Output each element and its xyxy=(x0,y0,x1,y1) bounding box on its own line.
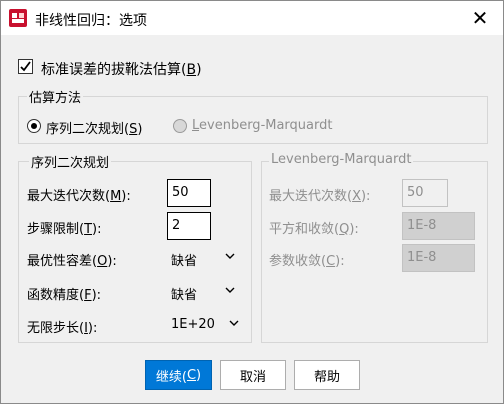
sqp-function-precision-label: 函数精度(F): xyxy=(27,288,102,303)
title-bar: 非线性回归：选项 ✕ xyxy=(1,1,503,35)
bootstrap-label: 标准误差的拔靴法估算(B) xyxy=(41,62,202,78)
sqp-radio-label: 序列二次规划(S) xyxy=(46,122,143,137)
close-icon: ✕ xyxy=(471,6,489,30)
sqp-step-limit-input[interactable]: 2 xyxy=(167,212,211,240)
sqp-function-precision-value: 缺省 xyxy=(171,288,198,303)
app-icon xyxy=(9,9,27,27)
lm-max-iterations-input[interactable]: 50 xyxy=(402,179,448,207)
lm-max-iterations-label: 最大迭代次数(X): xyxy=(269,189,371,204)
continue-button[interactable]: 继续(C) xyxy=(145,360,212,390)
sqp-infinite-step-label: 无限步长(I): xyxy=(27,321,98,336)
window-title: 非线性回归：选项 xyxy=(35,13,147,29)
sqp-optimality-tolerance-value: 缺省 xyxy=(171,254,198,269)
sqp-optimality-tolerance-select[interactable]: 缺省 xyxy=(167,245,241,271)
lm-radio-label: Levenberg-Marquardt xyxy=(192,118,333,133)
estimation-method-title: 估算方法 xyxy=(27,87,84,106)
sqp-infinite-step-select[interactable]: 1E+20 xyxy=(167,312,245,338)
sqp-step-limit-label: 步骤限制(T): xyxy=(27,222,102,237)
bootstrap-checkbox[interactable] xyxy=(18,59,33,74)
help-button[interactable]: 帮助 xyxy=(294,360,360,390)
lm-parameter-convergence-label: 参数收敛(C): xyxy=(269,254,345,269)
lm-group-title: Levenberg-Marquardt xyxy=(269,152,414,167)
lm-parameter-convergence-input[interactable]: 1E-8 xyxy=(402,244,475,272)
close-button[interactable]: ✕ xyxy=(457,1,503,35)
sqp-max-iterations-label: 最大迭代次数(M): xyxy=(27,189,131,204)
sqp-group-title: 序列二次规划 xyxy=(29,152,112,171)
cancel-button[interactable]: 取消 xyxy=(220,360,286,390)
sqp-max-iterations-input[interactable]: 50 xyxy=(167,179,211,207)
lm-radio[interactable] xyxy=(173,119,187,133)
chevron-down-icon xyxy=(229,320,239,326)
sqp-infinite-step-value: 1E+20 xyxy=(171,317,215,332)
options-dialog: 非线性回归：选项 ✕ 标准误差的拔靴法估算(B) 估算方法 序列二次规划(S) … xyxy=(0,0,504,404)
chevron-down-icon xyxy=(225,253,235,259)
sqp-radio[interactable] xyxy=(27,119,41,133)
sqp-function-precision-select[interactable]: 缺省 xyxy=(167,279,241,305)
chevron-down-icon xyxy=(225,287,235,293)
lm-sum-squares-label: 平方和收敛(Q): xyxy=(269,222,359,237)
sqp-optimality-tolerance-label: 最优性容差(O): xyxy=(27,254,117,269)
lm-sum-squares-input[interactable]: 1E-8 xyxy=(402,212,475,240)
